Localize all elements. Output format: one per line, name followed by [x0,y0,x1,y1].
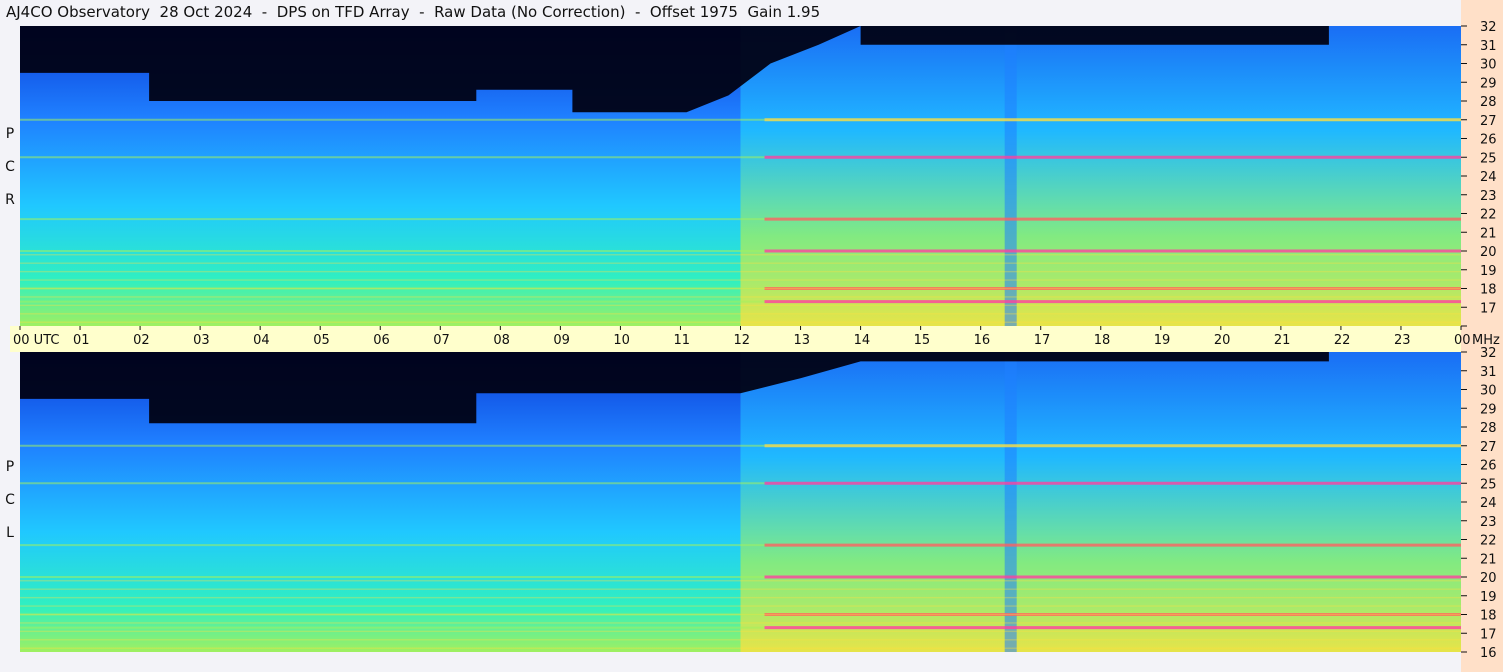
low-freq-band [20,588,1461,590]
active-band [20,300,765,303]
active-band [764,575,1461,579]
label-letter: P [5,459,15,475]
active-band [764,444,1461,448]
label-letter: P [5,126,15,142]
label-letter: L [6,525,14,541]
frequency-axis-bar [1461,0,1503,672]
active-band [20,218,765,221]
low-freq-band [20,287,1461,290]
chart-title: AJ4CO Observatory 28 Oct 2024 - DPS on T… [6,3,821,21]
time-axis-bar [10,326,1461,352]
active-band [764,249,1461,253]
panel-label-lcp: P C L [2,451,18,550]
low-freq-band [20,279,1461,281]
low-freq-band [20,270,1461,273]
lcp-heatmap [20,352,1461,652]
active-band [20,626,765,629]
rcp-heatmap [20,26,1461,326]
active-band [20,482,765,485]
lcp-spectrogram-panel [20,352,1461,652]
low-freq-band [20,647,1461,649]
active-band [764,217,1461,221]
active-band [20,156,765,159]
active-band [20,118,765,121]
active-band [764,155,1461,159]
low-freq-band [20,639,1461,641]
dropout-stripe [1004,26,1017,326]
label-letter: C [5,159,15,175]
active-band [20,544,765,547]
low-freq-band [20,296,1461,298]
rcp-spectrogram-panel [20,26,1461,326]
label-letter: R [5,192,15,208]
active-band [764,543,1461,547]
low-freq-band [20,613,1461,616]
low-freq-band [20,304,1461,307]
active-band [20,576,765,578]
daytime-field [740,352,1461,652]
low-freq-band [20,580,1461,582]
active-band [20,444,765,447]
low-freq-band [20,262,1461,264]
low-freq-band [20,630,1461,633]
low-freq-band [20,596,1461,599]
active-band [764,118,1461,122]
active-band [764,300,1461,304]
low-freq-band [20,254,1461,256]
low-freq-band [20,313,1461,315]
daytime-field [740,26,1461,326]
panel-label-rcp: P C R [2,118,18,217]
active-band [764,481,1461,485]
active-band [764,626,1461,630]
spectrogram-figure: AJ4CO Observatory 28 Oct 2024 - DPS on T… [0,0,1503,672]
dropout-stripe [1004,352,1017,652]
label-letter: C [5,492,15,508]
low-freq-band [20,321,1461,323]
low-freq-band [20,622,1461,624]
low-freq-band [20,605,1461,607]
active-band [20,250,765,252]
